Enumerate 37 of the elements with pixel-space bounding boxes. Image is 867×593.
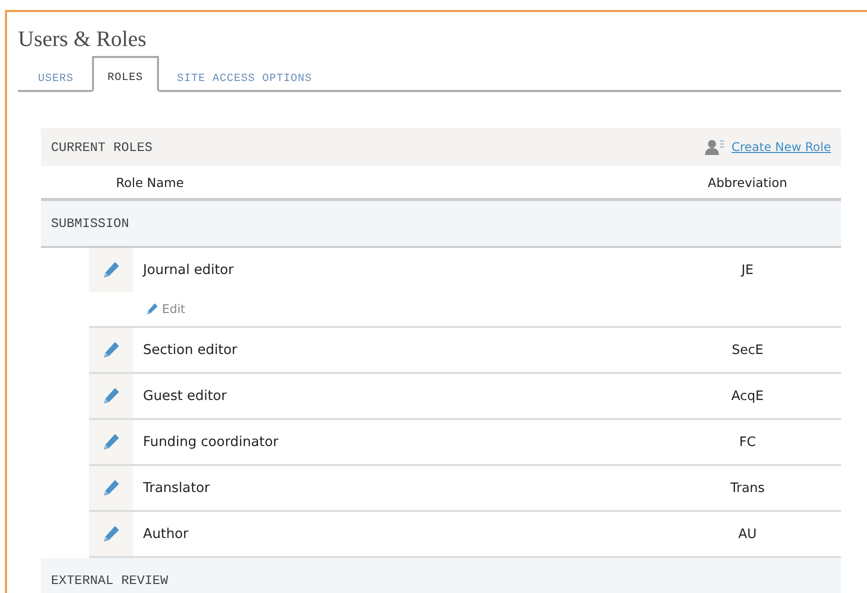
group-title: SUBMISSION (51, 216, 130, 231)
column-header: Role Name (116, 174, 185, 190)
tab[interactable]: USERS (20, 68, 92, 90)
edit-button[interactable] (101, 340, 121, 360)
panel-title: CURRENT ROLES (51, 140, 152, 154)
edit-button[interactable] (101, 386, 121, 406)
column-header: Abbreviation (706, 174, 788, 190)
tab[interactable]: ROLES (92, 56, 160, 92)
edit-button[interactable] (101, 524, 121, 544)
role-abbreviation: AcqE (730, 388, 765, 406)
page-title: Users & Roles (18, 26, 146, 52)
group-title: EXTERNAL REVIEW (51, 573, 168, 588)
role-name: Translator (142, 479, 211, 498)
role-name: Section editor (142, 341, 238, 360)
role-abbreviation: SecE (730, 342, 764, 360)
role-name: Journal editor (141, 261, 235, 280)
role-abbreviation: Trans (729, 480, 766, 498)
role-name: Funding coordinator (142, 433, 280, 452)
role-abbreviation: AU (737, 526, 758, 544)
edit-link[interactable]: Edit (145, 302, 186, 316)
role-abbreviation: FC (738, 434, 757, 452)
user-list-icon (704, 138, 726, 156)
pencil-icon (101, 478, 121, 498)
pencil-icon (101, 386, 121, 406)
create-role-link[interactable]: Create New Role (731, 140, 831, 154)
pencil-icon (101, 340, 121, 360)
tab[interactable]: SITE ACCESS OPTIONS (159, 68, 330, 90)
edit-button[interactable] (101, 432, 121, 452)
pencil-icon (101, 260, 121, 280)
edit-button[interactable] (101, 478, 121, 498)
edit-button[interactable] (101, 260, 121, 280)
pencil-icon (101, 432, 121, 452)
pencil-icon (145, 302, 159, 316)
pencil-icon (101, 524, 121, 544)
role-name: Author (142, 525, 190, 544)
role-abbreviation: JE (740, 262, 755, 280)
role-name: Guest editor (142, 387, 228, 406)
